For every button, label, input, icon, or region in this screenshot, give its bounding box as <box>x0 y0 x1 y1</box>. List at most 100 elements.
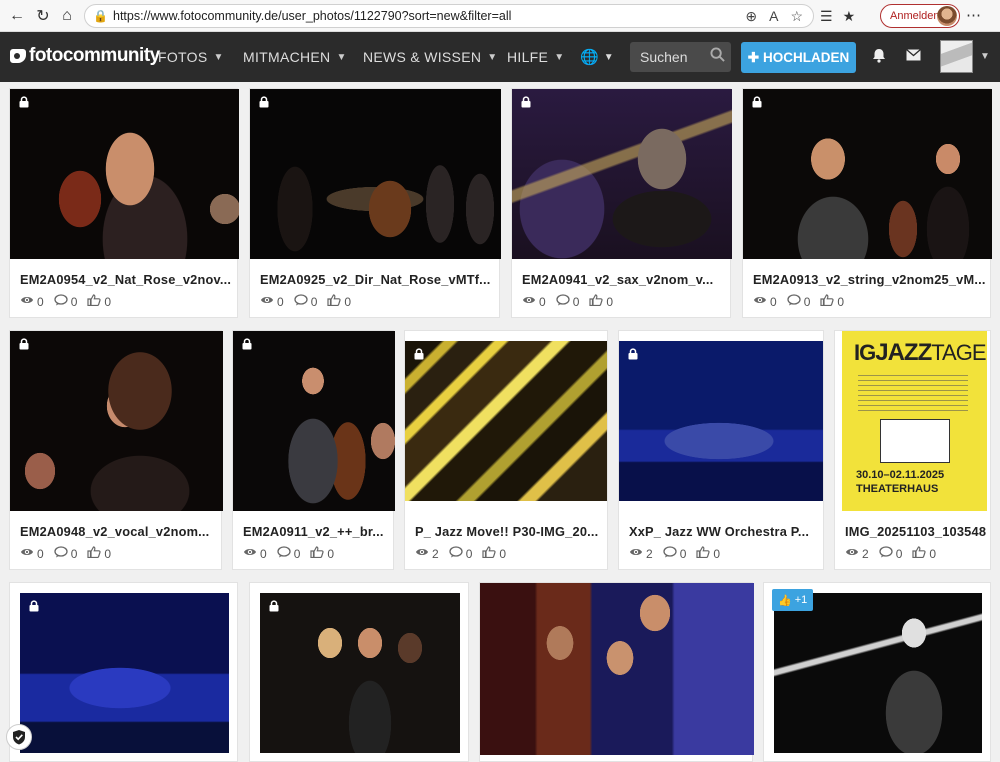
photo-card[interactable]: EM2A0913_v2_string_v2nom25_vM... 0 0 0 <box>742 88 992 318</box>
photo-title[interactable]: EM2A0954_v2_Nat_Rose_v2nov... <box>20 272 231 287</box>
photo-title[interactable]: EM2A0948_v2_vocal_v2nom... <box>20 524 209 539</box>
thumbs-up-icon <box>327 294 341 309</box>
photo-card[interactable]: EM2A0925_v2_Dir_Nat_Rose_vMTf... 0 0 0 <box>249 88 501 318</box>
comments-stat[interactable]: 0 <box>54 294 77 309</box>
search-icon[interactable] <box>710 47 725 62</box>
photo-card[interactable]: EM2A0941_v2_sax_v2nom_v... 0 0 0 <box>511 88 732 318</box>
poster-heading: IGJAZZTAGE <box>854 339 987 367</box>
upload-button[interactable]: ✚ HOCHLADEN <box>741 42 856 73</box>
likes-stat[interactable]: 0 <box>696 546 720 561</box>
user-avatar[interactable] <box>940 40 973 73</box>
search-input[interactable]: Suchen <box>630 42 731 72</box>
photo-thumbnail[interactable] <box>512 89 732 259</box>
views-count: 2 <box>862 546 869 561</box>
likes-stat[interactable]: 0 <box>820 294 844 309</box>
photo-thumbnail[interactable]: IGJAZZTAGE 30.10–02.11.2025 THEATERHAUS <box>842 331 987 511</box>
favorite-star-icon[interactable]: ☆ <box>790 8 803 25</box>
comments-stat[interactable]: 0 <box>54 546 77 561</box>
photo-thumbnail[interactable] <box>405 341 607 501</box>
comments-stat[interactable]: 0 <box>277 546 301 561</box>
views-count: 0 <box>37 294 44 309</box>
more-icon[interactable]: ⋯ <box>966 6 981 24</box>
comments-stat[interactable]: 0 <box>663 546 686 561</box>
nav-hilfe[interactable]: HILFE ▼ <box>507 49 564 65</box>
read-aloud-icon[interactable]: A <box>769 8 778 25</box>
photo-card[interactable]: 👍 +1 <box>763 582 991 762</box>
extensions-icon[interactable]: ☰ <box>820 8 833 25</box>
likes-stat[interactable]: 0 <box>87 546 111 561</box>
photo-thumbnail[interactable] <box>619 341 823 501</box>
likes-stat[interactable]: 0 <box>87 294 111 309</box>
comments-stat[interactable]: 0 <box>556 294 579 309</box>
likes-stat[interactable]: 0 <box>912 546 936 561</box>
favorites-icon[interactable]: ★ <box>843 8 856 25</box>
photo-stats: 0 0 0 <box>260 294 351 309</box>
home-icon[interactable]: ⌂ <box>52 1 82 31</box>
photo-card[interactable]: P_ Jazz Move!! P30-IMG_20... 2 0 0 <box>404 330 608 570</box>
likes-stat[interactable]: 0 <box>589 294 613 309</box>
comments-count: 0 <box>465 546 473 561</box>
photo-card[interactable] <box>9 582 238 762</box>
mail-icon[interactable] <box>906 48 921 64</box>
photo-title[interactable]: IMG_20251103_103548 <box>845 524 986 539</box>
comments-stat[interactable]: 0 <box>294 294 317 309</box>
comments-count: 0 <box>293 546 301 561</box>
views-count: 0 <box>539 294 546 309</box>
site-logo[interactable]: fotocommunity <box>10 45 160 67</box>
likes-stat[interactable]: 0 <box>310 546 334 561</box>
comments-stat[interactable]: 0 <box>787 294 810 309</box>
photo-title[interactable]: EM2A0925_v2_Dir_Nat_Rose_vMTf... <box>260 272 490 287</box>
nav-hilfe-label: HILFE <box>507 49 549 65</box>
photo-card[interactable] <box>479 582 754 762</box>
photo-thumbnail[interactable] <box>743 89 992 259</box>
nav-news-wissen[interactable]: NEWS & WISSEN ▼ <box>363 49 497 65</box>
photo-thumbnail[interactable] <box>20 593 229 753</box>
photo-card[interactable] <box>249 582 469 762</box>
photo-thumbnail[interactable] <box>10 89 239 259</box>
nav-fotos-label: FOTOS <box>158 49 208 65</box>
likes-stat[interactable]: 0 <box>327 294 351 309</box>
comments-stat[interactable]: 0 <box>879 546 902 561</box>
lock-icon <box>28 599 40 612</box>
photo-card[interactable]: EM2A0954_v2_Nat_Rose_v2nov... 0 0 0 <box>9 88 239 318</box>
nav-mitmachen[interactable]: MITMACHEN ▼ <box>243 49 347 65</box>
photo-title[interactable]: XxP_ Jazz WW Orchestra P... <box>629 524 809 539</box>
photo-title[interactable]: EM2A0913_v2_string_v2nom25_vM... <box>753 272 986 287</box>
views-stat: 0 <box>260 294 284 309</box>
address-bar[interactable]: 🔒 https://www.fotocommunity.de/user_phot… <box>84 4 814 28</box>
photo-card[interactable]: IGJAZZTAGE 30.10–02.11.2025 THEATERHAUS IMG… <box>834 330 991 570</box>
thumbs-up-icon <box>912 546 926 561</box>
lock-icon <box>18 95 30 108</box>
sign-in-button[interactable]: Anmelden <box>880 4 960 28</box>
photo-card[interactable]: XxP_ Jazz WW Orchestra P... 2 0 0 <box>618 330 824 570</box>
photo-title[interactable]: P_ Jazz Move!! P30-IMG_20... <box>415 524 598 539</box>
lock-icon <box>520 95 532 108</box>
logo-icon <box>10 49 26 63</box>
shield-check-icon[interactable] <box>6 724 32 750</box>
likes-count: 0 <box>499 546 507 561</box>
zoom-icon[interactable]: ⊕ <box>745 8 757 25</box>
comments-stat[interactable]: 0 <box>449 546 473 561</box>
poster-venue: THEATERHAUS <box>856 483 939 495</box>
nav-fotos[interactable]: FOTOS ▼ <box>158 49 224 65</box>
poster-line3: TAGE <box>931 340 986 365</box>
photo-thumbnail[interactable] <box>233 331 395 511</box>
photo-thumbnail[interactable] <box>250 89 501 259</box>
photo-thumbnail[interactable] <box>774 593 982 753</box>
photo-stats: 0 0 0 <box>753 294 844 309</box>
photo-stats: 2 0 0 <box>415 546 506 561</box>
chevron-down-icon[interactable]: ▼ <box>980 51 990 62</box>
photo-title[interactable]: EM2A0911_v2_++_br... <box>243 524 384 539</box>
likes-count: 0 <box>837 294 845 309</box>
language-selector[interactable]: 🌐 ▼ <box>580 48 614 66</box>
photo-card[interactable]: EM2A0911_v2_++_br... 0 0 0 <box>232 330 395 570</box>
likes-stat[interactable]: 0 <box>482 546 506 561</box>
sign-in-label: Anmelden <box>890 10 940 22</box>
photo-title[interactable]: EM2A0941_v2_sax_v2nom_v... <box>522 272 713 287</box>
photo-thumbnail[interactable] <box>260 593 460 753</box>
profile-avatar <box>937 6 957 26</box>
photo-card[interactable]: EM2A0948_v2_vocal_v2nom... 0 0 0 <box>9 330 223 570</box>
photo-thumbnail[interactable] <box>10 331 223 511</box>
photo-thumbnail[interactable] <box>480 583 754 755</box>
bell-icon[interactable] <box>872 48 886 66</box>
